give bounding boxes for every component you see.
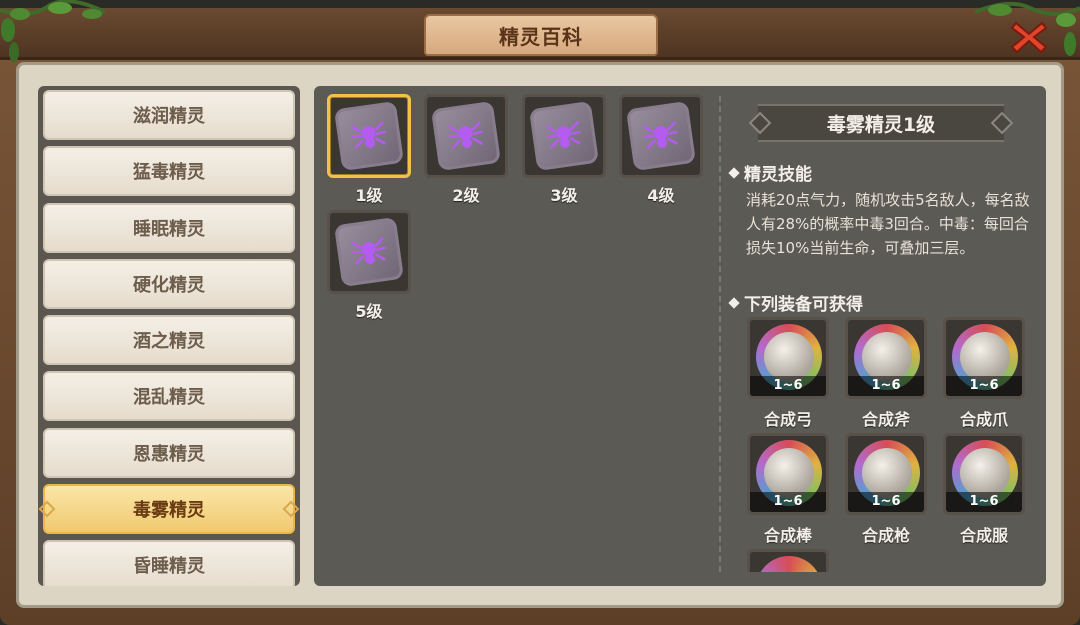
equip-card-bow[interactable]: 1~6 <box>747 317 829 399</box>
equip-heading: 下列装备可获得 <box>728 290 863 315</box>
level-label: 5级 <box>355 302 383 321</box>
list-item-zirun[interactable]: 滋润精灵 <box>43 90 295 140</box>
range-tag: 1~6 <box>750 492 826 512</box>
level-card-2[interactable] <box>424 94 508 178</box>
range-tag: 1~6 <box>946 492 1022 512</box>
equip-card-claw[interactable]: 1~6 <box>943 317 1025 399</box>
equip-card-spear[interactable]: 1~6 <box>845 433 927 515</box>
equip-label: 合成棒 <box>763 526 812 545</box>
list-item-label: 毒雾精灵 <box>133 500 205 522</box>
range-tag: 1~6 <box>848 376 924 396</box>
level-card-3[interactable] <box>522 94 606 178</box>
list-item-label: 混乱精灵 <box>133 387 205 409</box>
level-card-1[interactable] <box>327 94 411 178</box>
spider-gem-icon <box>333 216 405 288</box>
spider-gem-icon <box>625 100 697 172</box>
equip-heading-text: 下列装备可获得 <box>744 295 863 315</box>
list-item-label: 昏睡精灵 <box>133 556 205 578</box>
list-item-label: 猛毒精灵 <box>133 162 205 184</box>
window-title: 精灵百科 <box>424 14 658 56</box>
list-item-hunluan[interactable]: 混乱精灵 <box>43 371 295 422</box>
range-tag: 1~6 <box>750 376 826 396</box>
vine-decoration-left <box>0 0 106 62</box>
list-item-enhui[interactable]: 恩惠精灵 <box>43 427 295 478</box>
equip-label: 合成枪 <box>861 526 910 545</box>
vertical-divider <box>719 96 721 572</box>
skill-description: 消耗20点气力，随机攻击5名敌人，每名敌人有28%的概率中毒3回合。中毒：每回合… <box>746 191 1030 257</box>
equip-label: 合成弓 <box>763 410 812 429</box>
list-item-mengdu[interactable]: 猛毒精灵 <box>43 146 295 197</box>
list-item-duwu[interactable]: 毒雾精灵 <box>38 484 300 535</box>
spider-gem-icon <box>528 100 600 172</box>
equip-orb <box>862 448 912 498</box>
spirit-list[interactable]: 滋润精灵 猛毒精灵 睡眠精灵 硬化精灵 酒之精灵 混乱精灵 恩惠精灵 毒雾精灵 … <box>38 86 300 586</box>
list-item-label: 睡眠精灵 <box>133 218 205 240</box>
list-item-label: 恩惠精灵 <box>133 443 205 465</box>
close-button[interactable] <box>1008 18 1050 56</box>
level-card-5[interactable] <box>327 210 411 294</box>
equip-card-armor[interactable]: 1~6 <box>943 433 1025 515</box>
equip-card-club[interactable]: 1~6 <box>747 433 829 515</box>
equip-card-partial[interactable] <box>747 549 829 572</box>
equip-label: 合成爪 <box>959 410 1008 429</box>
spider-gem-icon <box>430 100 502 172</box>
selection-diamond-left <box>38 500 56 518</box>
equip-orb <box>764 332 814 382</box>
level-label: 2级 <box>452 186 480 205</box>
list-item-hunshui[interactable]: 昏睡精灵 <box>43 540 295 586</box>
list-item-yinghua[interactable]: 硬化精灵 <box>43 258 295 309</box>
list-item-label: 硬化精灵 <box>133 274 205 296</box>
level-label: 1级 <box>355 186 383 205</box>
equip-label: 合成服 <box>959 526 1008 545</box>
equip-card-axe[interactable]: 1~6 <box>845 317 927 399</box>
spider-gem-icon <box>333 100 405 172</box>
bullet-icon <box>728 296 740 309</box>
equip-orb <box>960 448 1010 498</box>
selection-diamond-right <box>282 500 300 518</box>
equip-orb-icon <box>756 556 822 572</box>
equip-orb <box>862 332 912 382</box>
list-item-jiuzhi[interactable]: 酒之精灵 <box>43 315 295 366</box>
equip-orb <box>960 332 1010 382</box>
close-icon <box>1010 21 1048 54</box>
equip-label: 合成斧 <box>861 410 910 429</box>
list-item-shuimian[interactable]: 睡眠精灵 <box>43 202 295 253</box>
range-tag: 1~6 <box>946 376 1022 396</box>
list-item-label: 滋润精灵 <box>133 106 205 127</box>
list-item-label: 酒之精灵 <box>133 331 205 353</box>
level-label: 4级 <box>647 186 675 205</box>
range-tag: 1~6 <box>848 492 924 512</box>
level-label: 3级 <box>550 186 578 205</box>
skill-heading-text: 精灵技能 <box>744 165 812 185</box>
equip-orb <box>764 448 814 498</box>
skill-heading: 精灵技能 <box>728 160 812 185</box>
level-card-4[interactable] <box>619 94 703 178</box>
detail-title: 毒雾精灵1级 <box>758 104 1004 142</box>
bullet-icon <box>728 166 740 179</box>
